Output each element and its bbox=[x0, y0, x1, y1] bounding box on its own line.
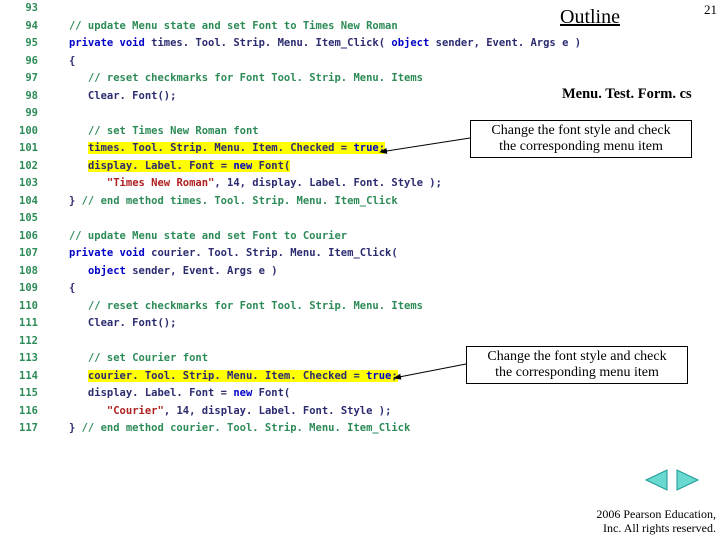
nav-prev-icon[interactable] bbox=[643, 469, 669, 491]
code-line: Clear. Font(); bbox=[50, 88, 581, 106]
page-number: 21 bbox=[704, 2, 717, 18]
code-line bbox=[50, 210, 581, 228]
line-number: 111 bbox=[0, 315, 38, 333]
line-number: 115 bbox=[0, 385, 38, 403]
code-line: } // end method courier. Tool. Strip. Me… bbox=[50, 420, 581, 438]
line-number: 116 bbox=[0, 403, 38, 421]
code-line bbox=[50, 0, 581, 18]
nav-next-icon[interactable] bbox=[675, 469, 701, 491]
line-number: 95 bbox=[0, 35, 38, 53]
code-line: Clear. Font(); bbox=[50, 315, 581, 333]
callout-line: the corresponding menu item bbox=[495, 365, 659, 380]
line-number: 104 bbox=[0, 193, 38, 211]
code-line: display. Label. Font = new Font( bbox=[50, 385, 581, 403]
callout-line: Change the font style and check bbox=[491, 123, 670, 138]
line-number: 100 bbox=[0, 123, 38, 141]
line-number-gutter: 9394959697989910010110210310410510610710… bbox=[0, 0, 44, 438]
code-line: // reset checkmarks for Font Tool. Strip… bbox=[50, 298, 581, 316]
line-number: 114 bbox=[0, 368, 38, 386]
line-number: 99 bbox=[0, 105, 38, 123]
line-number: 110 bbox=[0, 298, 38, 316]
line-number: 93 bbox=[0, 0, 38, 18]
line-number: 101 bbox=[0, 140, 38, 158]
code-line: } // end method times. Tool. Strip. Menu… bbox=[50, 193, 581, 211]
line-number: 103 bbox=[0, 175, 38, 193]
copyright-line: 2006 Pearson Education, bbox=[596, 507, 716, 521]
line-number: 98 bbox=[0, 88, 38, 106]
callout-line: Change the font style and check bbox=[487, 349, 666, 364]
callout-line: the corresponding menu item bbox=[499, 139, 663, 154]
source-file-name: Menu. Test. Form. cs bbox=[562, 86, 692, 103]
outline-heading: Outline bbox=[560, 6, 620, 29]
line-number: 109 bbox=[0, 280, 38, 298]
line-number: 97 bbox=[0, 70, 38, 88]
copyright-notice: 2006 Pearson Education, Inc. All rights … bbox=[596, 508, 716, 536]
line-number: 112 bbox=[0, 333, 38, 351]
code-line: // reset checkmarks for Font Tool. Strip… bbox=[50, 70, 581, 88]
code-line: "Times New Roman", 14, display. Label. F… bbox=[50, 175, 581, 193]
callout-box-2: Change the font style and check the corr… bbox=[466, 346, 688, 384]
line-number: 106 bbox=[0, 228, 38, 246]
code-line: { bbox=[50, 280, 581, 298]
code-line: object sender, Event. Args e ) bbox=[50, 263, 581, 281]
line-number: 113 bbox=[0, 350, 38, 368]
line-number: 96 bbox=[0, 53, 38, 71]
line-number: 102 bbox=[0, 158, 38, 176]
line-number: 105 bbox=[0, 210, 38, 228]
code-line: { bbox=[50, 53, 581, 71]
line-number: 94 bbox=[0, 18, 38, 36]
code-line: private void times. Tool. Strip. Menu. I… bbox=[50, 35, 581, 53]
code-line: // update Menu state and set Font to Tim… bbox=[50, 18, 581, 36]
nav-buttons bbox=[642, 469, 702, 496]
line-number: 117 bbox=[0, 420, 38, 438]
code-line: "Courier", 14, display. Label. Font. Sty… bbox=[50, 403, 581, 421]
line-number: 107 bbox=[0, 245, 38, 263]
copyright-line: Inc. All rights reserved. bbox=[603, 521, 716, 535]
callout-box-1: Change the font style and check the corr… bbox=[470, 120, 692, 158]
line-number: 108 bbox=[0, 263, 38, 281]
code-line: // update Menu state and set Font to Cou… bbox=[50, 228, 581, 246]
code-line: display. Label. Font = new Font( bbox=[50, 158, 581, 176]
code-line: private void courier. Tool. Strip. Menu.… bbox=[50, 245, 581, 263]
